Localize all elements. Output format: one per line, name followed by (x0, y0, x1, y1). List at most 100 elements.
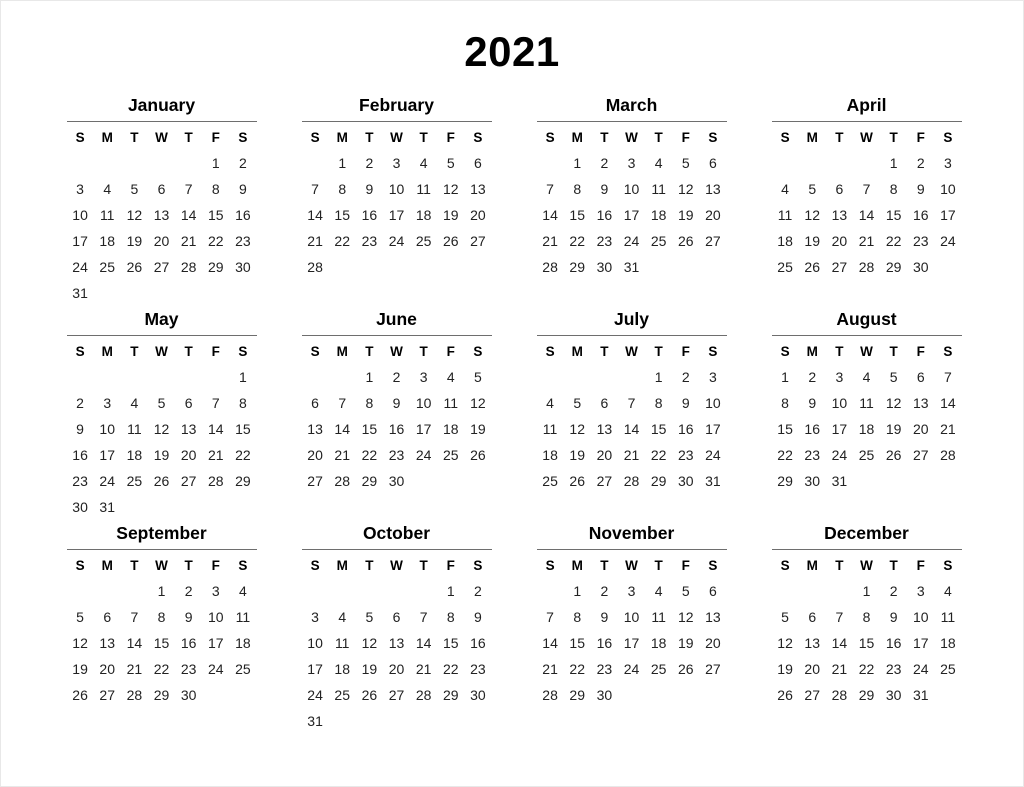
day-cell-april-7[interactable]: 7 (853, 176, 880, 202)
day-cell-march-25[interactable]: 25 (645, 228, 672, 254)
day-cell-may-26[interactable]: 26 (148, 468, 175, 494)
day-cell-january-20[interactable]: 20 (148, 228, 175, 254)
day-cell-october-27[interactable]: 27 (383, 682, 410, 708)
day-cell-may-31[interactable]: 31 (94, 494, 121, 520)
day-cell-november-8[interactable]: 8 (564, 604, 591, 630)
day-cell-june-25[interactable]: 25 (437, 442, 464, 468)
day-cell-august-31[interactable]: 31 (826, 468, 853, 494)
day-cell-april-20[interactable]: 20 (826, 228, 853, 254)
day-cell-february-10[interactable]: 10 (383, 176, 410, 202)
day-cell-june-22[interactable]: 22 (356, 442, 383, 468)
day-cell-august-7[interactable]: 7 (934, 364, 961, 390)
day-cell-august-28[interactable]: 28 (934, 442, 961, 468)
day-cell-december-12[interactable]: 12 (772, 630, 799, 656)
day-cell-july-14[interactable]: 14 (618, 416, 645, 442)
day-cell-august-3[interactable]: 3 (826, 364, 853, 390)
day-cell-june-12[interactable]: 12 (464, 390, 491, 416)
day-cell-september-6[interactable]: 6 (94, 604, 121, 630)
day-cell-december-6[interactable]: 6 (799, 604, 826, 630)
day-cell-june-6[interactable]: 6 (302, 390, 329, 416)
day-cell-december-16[interactable]: 16 (880, 630, 907, 656)
day-cell-january-22[interactable]: 22 (202, 228, 229, 254)
day-cell-september-30[interactable]: 30 (175, 682, 202, 708)
day-cell-september-18[interactable]: 18 (229, 630, 256, 656)
day-cell-september-2[interactable]: 2 (175, 578, 202, 604)
day-cell-july-21[interactable]: 21 (618, 442, 645, 468)
day-cell-december-5[interactable]: 5 (772, 604, 799, 630)
day-cell-january-23[interactable]: 23 (229, 228, 256, 254)
day-cell-october-7[interactable]: 7 (410, 604, 437, 630)
day-cell-may-4[interactable]: 4 (121, 390, 148, 416)
day-cell-february-25[interactable]: 25 (410, 228, 437, 254)
day-cell-february-11[interactable]: 11 (410, 176, 437, 202)
day-cell-september-16[interactable]: 16 (175, 630, 202, 656)
day-cell-october-15[interactable]: 15 (437, 630, 464, 656)
day-cell-october-22[interactable]: 22 (437, 656, 464, 682)
day-cell-february-9[interactable]: 9 (356, 176, 383, 202)
day-cell-november-2[interactable]: 2 (591, 578, 618, 604)
day-cell-january-9[interactable]: 9 (229, 176, 256, 202)
day-cell-july-2[interactable]: 2 (672, 364, 699, 390)
day-cell-february-24[interactable]: 24 (383, 228, 410, 254)
day-cell-july-22[interactable]: 22 (645, 442, 672, 468)
day-cell-may-25[interactable]: 25 (121, 468, 148, 494)
day-cell-may-22[interactable]: 22 (229, 442, 256, 468)
day-cell-february-28[interactable]: 28 (302, 254, 329, 280)
day-cell-october-2[interactable]: 2 (464, 578, 491, 604)
day-cell-march-6[interactable]: 6 (699, 150, 726, 176)
day-cell-may-12[interactable]: 12 (148, 416, 175, 442)
day-cell-april-11[interactable]: 11 (772, 202, 799, 228)
day-cell-june-8[interactable]: 8 (356, 390, 383, 416)
day-cell-march-24[interactable]: 24 (618, 228, 645, 254)
day-cell-july-26[interactable]: 26 (564, 468, 591, 494)
day-cell-november-22[interactable]: 22 (564, 656, 591, 682)
day-cell-february-22[interactable]: 22 (329, 228, 356, 254)
day-cell-october-8[interactable]: 8 (437, 604, 464, 630)
day-cell-february-19[interactable]: 19 (437, 202, 464, 228)
day-cell-april-21[interactable]: 21 (853, 228, 880, 254)
day-cell-july-13[interactable]: 13 (591, 416, 618, 442)
day-cell-may-8[interactable]: 8 (229, 390, 256, 416)
day-cell-july-28[interactable]: 28 (618, 468, 645, 494)
day-cell-august-30[interactable]: 30 (799, 468, 826, 494)
day-cell-december-14[interactable]: 14 (826, 630, 853, 656)
day-cell-january-21[interactable]: 21 (175, 228, 202, 254)
day-cell-september-12[interactable]: 12 (67, 630, 94, 656)
day-cell-april-5[interactable]: 5 (799, 176, 826, 202)
day-cell-december-7[interactable]: 7 (826, 604, 853, 630)
day-cell-february-23[interactable]: 23 (356, 228, 383, 254)
day-cell-december-13[interactable]: 13 (799, 630, 826, 656)
day-cell-october-3[interactable]: 3 (302, 604, 329, 630)
day-cell-february-27[interactable]: 27 (464, 228, 491, 254)
day-cell-september-22[interactable]: 22 (148, 656, 175, 682)
day-cell-april-18[interactable]: 18 (772, 228, 799, 254)
day-cell-january-16[interactable]: 16 (229, 202, 256, 228)
day-cell-september-28[interactable]: 28 (121, 682, 148, 708)
day-cell-february-13[interactable]: 13 (464, 176, 491, 202)
day-cell-april-26[interactable]: 26 (799, 254, 826, 280)
day-cell-may-17[interactable]: 17 (94, 442, 121, 468)
day-cell-june-30[interactable]: 30 (383, 468, 410, 494)
day-cell-january-11[interactable]: 11 (94, 202, 121, 228)
day-cell-november-5[interactable]: 5 (672, 578, 699, 604)
day-cell-august-19[interactable]: 19 (880, 416, 907, 442)
day-cell-june-4[interactable]: 4 (437, 364, 464, 390)
day-cell-march-31[interactable]: 31 (618, 254, 645, 280)
day-cell-november-20[interactable]: 20 (699, 630, 726, 656)
day-cell-june-26[interactable]: 26 (464, 442, 491, 468)
day-cell-july-4[interactable]: 4 (537, 390, 564, 416)
day-cell-november-1[interactable]: 1 (564, 578, 591, 604)
day-cell-april-3[interactable]: 3 (934, 150, 961, 176)
day-cell-february-18[interactable]: 18 (410, 202, 437, 228)
day-cell-december-19[interactable]: 19 (772, 656, 799, 682)
day-cell-january-24[interactable]: 24 (67, 254, 94, 280)
day-cell-june-7[interactable]: 7 (329, 390, 356, 416)
day-cell-august-25[interactable]: 25 (853, 442, 880, 468)
day-cell-october-19[interactable]: 19 (356, 656, 383, 682)
day-cell-july-27[interactable]: 27 (591, 468, 618, 494)
day-cell-november-29[interactable]: 29 (564, 682, 591, 708)
day-cell-september-3[interactable]: 3 (202, 578, 229, 604)
day-cell-june-9[interactable]: 9 (383, 390, 410, 416)
day-cell-july-8[interactable]: 8 (645, 390, 672, 416)
day-cell-january-6[interactable]: 6 (148, 176, 175, 202)
